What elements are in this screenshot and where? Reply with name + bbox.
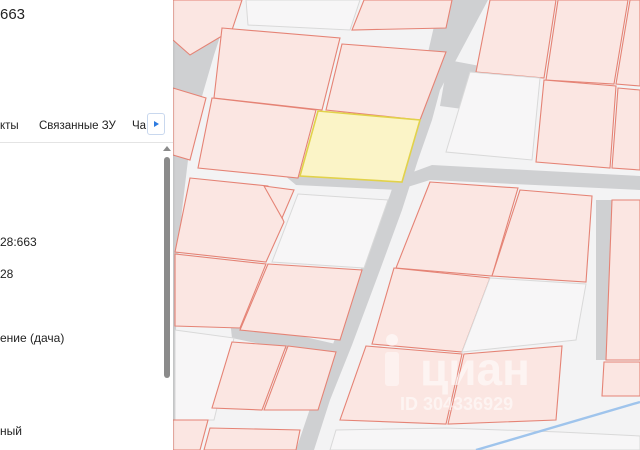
parcel[interactable] [197, 97, 317, 179]
root: циан ID 304336929 663 кты Связанные ЗУ Ч… [0, 0, 640, 450]
info-panel: 663 кты Связанные ЗУ Ча 28:663 28 ение (… [0, 0, 173, 450]
field-cadastral-number: 28:663 [0, 235, 37, 249]
tab-objects[interactable]: кты [0, 120, 19, 132]
panel-title: 663 [0, 6, 26, 23]
field-status: ный [0, 424, 22, 438]
parcel[interactable] [351, 0, 453, 31]
parcel[interactable] [203, 427, 301, 450]
watermark-pin-icon [386, 334, 398, 346]
watermark-pin-stem [385, 352, 399, 386]
watermark-id: ID 304336929 [400, 394, 513, 414]
panel-scrollbar[interactable] [164, 157, 170, 378]
parcel-selected[interactable] [298, 110, 422, 183]
parcel[interactable] [475, 0, 557, 79]
parcel[interactable] [545, 0, 629, 85]
parcel[interactable] [535, 79, 617, 169]
tab-parts[interactable]: Ча [132, 120, 146, 132]
parcel[interactable] [605, 199, 640, 361]
parcel[interactable] [601, 361, 640, 397]
tabs-scroll-right-button[interactable] [147, 113, 165, 135]
field-quarter: 28 [0, 267, 14, 281]
field-usage: ение (дача) [0, 331, 65, 345]
chevron-right-icon [154, 121, 159, 127]
tab-related-plots[interactable]: Связанные ЗУ [39, 120, 116, 132]
parcel[interactable] [245, 0, 361, 31]
scroll-up-icon[interactable] [163, 146, 171, 151]
watermark-brand: циан [420, 343, 530, 395]
parcel[interactable] [213, 27, 341, 111]
